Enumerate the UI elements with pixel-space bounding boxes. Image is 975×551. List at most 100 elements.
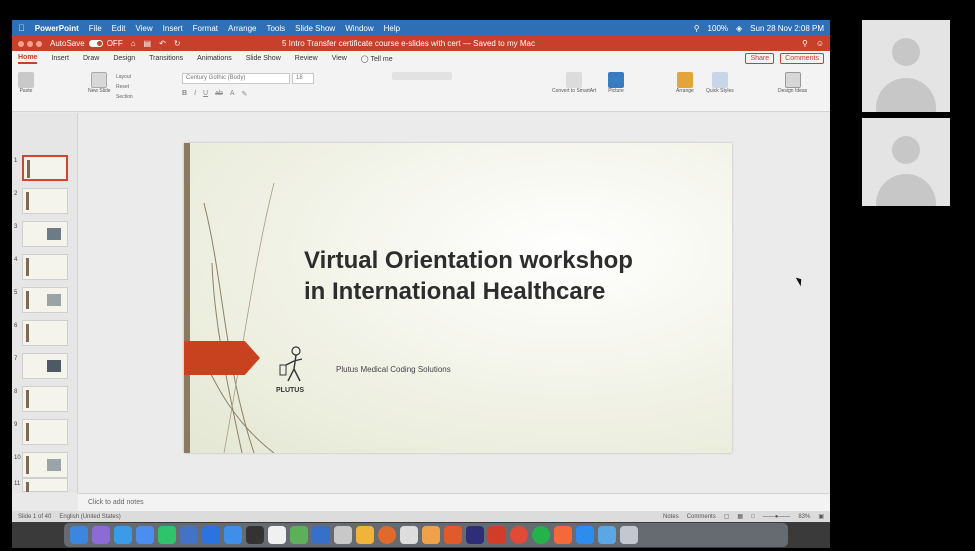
slide-title[interactable]: Virtual Orientation workshop in Internat… bbox=[304, 245, 724, 307]
messages-icon[interactable] bbox=[158, 526, 176, 544]
tab-review[interactable]: Review bbox=[295, 55, 318, 62]
participant-video-1[interactable] bbox=[862, 20, 950, 112]
slide-thumbnail-11[interactable] bbox=[22, 478, 68, 492]
mail-icon[interactable] bbox=[136, 526, 154, 544]
picture-button[interactable]: Picture bbox=[608, 72, 624, 94]
maps-icon[interactable] bbox=[290, 526, 308, 544]
menu-insert[interactable]: Insert bbox=[163, 24, 183, 33]
bold-button[interactable]: B bbox=[182, 90, 187, 98]
font-name-select[interactable]: Century Gothic (Body) bbox=[182, 73, 290, 84]
minimize-window-button[interactable] bbox=[27, 40, 33, 47]
chrome-browser-icon[interactable] bbox=[510, 526, 528, 544]
slide-thumbnail-2[interactable] bbox=[22, 188, 68, 214]
tab-animations[interactable]: Animations bbox=[197, 55, 232, 62]
tab-slideshow[interactable]: Slide Show bbox=[246, 55, 281, 62]
new-slide-button[interactable]: New Slide bbox=[88, 72, 111, 94]
company-name[interactable]: Plutus Medical Coding Solutions bbox=[336, 365, 451, 374]
redo-icon[interactable]: ↻ bbox=[174, 39, 181, 48]
quick-styles-button[interactable]: Quick Styles bbox=[706, 72, 734, 94]
arrange-button[interactable]: Arrange bbox=[676, 72, 694, 94]
autosave-toggle[interactable] bbox=[88, 40, 103, 47]
comments-button[interactable]: Comments bbox=[780, 53, 824, 64]
save-icon[interactable]: ▤ bbox=[144, 39, 152, 48]
notes-app-icon[interactable] bbox=[312, 526, 330, 544]
tell-me-field[interactable]: ◯ Tell me bbox=[361, 55, 393, 63]
section-button[interactable]: Section bbox=[116, 94, 133, 100]
search-doc-icon[interactable]: ⚲ bbox=[802, 39, 808, 48]
app-store-icon[interactable] bbox=[202, 526, 220, 544]
italic-button[interactable]: I bbox=[194, 90, 196, 98]
wifi-icon[interactable]: ◈ bbox=[736, 24, 742, 33]
launchpad-icon[interactable] bbox=[92, 526, 110, 544]
slide-thumbnail-5[interactable] bbox=[22, 287, 68, 313]
chrome-icon[interactable] bbox=[400, 526, 418, 544]
office-icon[interactable] bbox=[488, 526, 506, 544]
account-icon[interactable]: ☺ bbox=[816, 39, 824, 48]
photos-icon[interactable] bbox=[224, 526, 242, 544]
firefox-icon[interactable] bbox=[378, 526, 396, 544]
menu-help[interactable]: Help bbox=[384, 24, 400, 33]
notes-pane[interactable]: Click to add notes bbox=[78, 493, 830, 511]
zoom-window-button[interactable] bbox=[36, 40, 42, 47]
menu-slideshow[interactable]: Slide Show bbox=[295, 24, 335, 33]
camera-icon[interactable] bbox=[246, 526, 264, 544]
reading-view-icon[interactable]: □ bbox=[751, 514, 755, 520]
slide-thumbnail-6[interactable] bbox=[22, 320, 68, 346]
menu-file[interactable]: File bbox=[89, 24, 102, 33]
folder-icon[interactable] bbox=[598, 526, 616, 544]
music-app-icon[interactable] bbox=[554, 526, 572, 544]
safari-icon[interactable] bbox=[114, 526, 132, 544]
whatsapp-icon[interactable] bbox=[532, 526, 550, 544]
close-window-button[interactable] bbox=[18, 40, 24, 47]
vlc-icon[interactable] bbox=[422, 526, 440, 544]
tab-insert[interactable]: Insert bbox=[51, 55, 69, 62]
stickies-icon[interactable] bbox=[356, 526, 374, 544]
slide-thumbnail-1[interactable] bbox=[22, 155, 68, 181]
menu-arrange[interactable]: Arrange bbox=[228, 24, 256, 33]
calendar-icon[interactable] bbox=[268, 526, 286, 544]
tab-view[interactable]: View bbox=[332, 55, 347, 62]
participant-video-2[interactable] bbox=[862, 118, 950, 206]
font-size-select[interactable]: 18 bbox=[292, 73, 314, 84]
autosave-control[interactable]: AutoSave OFF bbox=[50, 39, 123, 48]
paragraph-icons[interactable] bbox=[392, 72, 452, 80]
comments-toggle-button[interactable]: Comments bbox=[687, 514, 716, 520]
slide-thumbnail-8[interactable] bbox=[22, 386, 68, 412]
highlight-icon[interactable]: ✎ bbox=[242, 90, 248, 98]
reset-button[interactable]: Reset bbox=[116, 84, 129, 90]
convert-smartart-button[interactable]: Convert to SmartArt bbox=[552, 72, 596, 94]
font-color-icon[interactable]: A bbox=[230, 90, 235, 98]
apple-icon[interactable]:  bbox=[18, 23, 25, 33]
slide-thumbnail-4[interactable] bbox=[22, 254, 68, 280]
zoom-slider[interactable]: ——●—— bbox=[763, 514, 791, 520]
slide-sorter-icon[interactable]: ▦ bbox=[737, 513, 743, 520]
zoom-level[interactable]: 83% bbox=[798, 514, 810, 520]
trash-icon[interactable] bbox=[620, 526, 638, 544]
search-icon[interactable]: ⚲ bbox=[694, 24, 700, 33]
powerpoint-icon[interactable] bbox=[444, 526, 462, 544]
menubar-app-name[interactable]: PowerPoint bbox=[35, 24, 79, 33]
menu-view[interactable]: View bbox=[135, 24, 152, 33]
tab-transitions[interactable]: Transitions bbox=[149, 55, 183, 62]
word-icon[interactable] bbox=[180, 526, 198, 544]
underline-button[interactable]: U bbox=[203, 90, 208, 98]
undo-icon[interactable]: ↶ bbox=[159, 39, 166, 48]
zoom-app-icon[interactable] bbox=[576, 526, 594, 544]
lightroom-icon[interactable] bbox=[466, 526, 484, 544]
tab-home[interactable]: Home bbox=[18, 54, 38, 64]
home-icon[interactable]: ⌂ bbox=[131, 39, 136, 48]
paste-button[interactable]: Paste bbox=[18, 72, 34, 94]
notes-toggle-button[interactable]: Notes bbox=[663, 514, 679, 520]
slide-thumbnail-3[interactable] bbox=[22, 221, 68, 247]
design-ideas-button[interactable]: Design Ideas bbox=[778, 72, 807, 94]
slide-thumbnail-10[interactable] bbox=[22, 452, 68, 478]
current-slide[interactable]: Virtual Orientation workshop in Internat… bbox=[184, 143, 732, 453]
menu-window[interactable]: Window bbox=[345, 24, 373, 33]
finder-icon[interactable] bbox=[70, 526, 88, 544]
tab-draw[interactable]: Draw bbox=[83, 55, 99, 62]
slide-thumbnail-7[interactable] bbox=[22, 353, 68, 379]
menu-format[interactable]: Format bbox=[193, 24, 218, 33]
language-indicator[interactable]: English (United States) bbox=[59, 514, 120, 520]
fit-slide-icon[interactable]: ▣ bbox=[818, 513, 824, 520]
layout-button[interactable]: Layout bbox=[116, 74, 131, 80]
